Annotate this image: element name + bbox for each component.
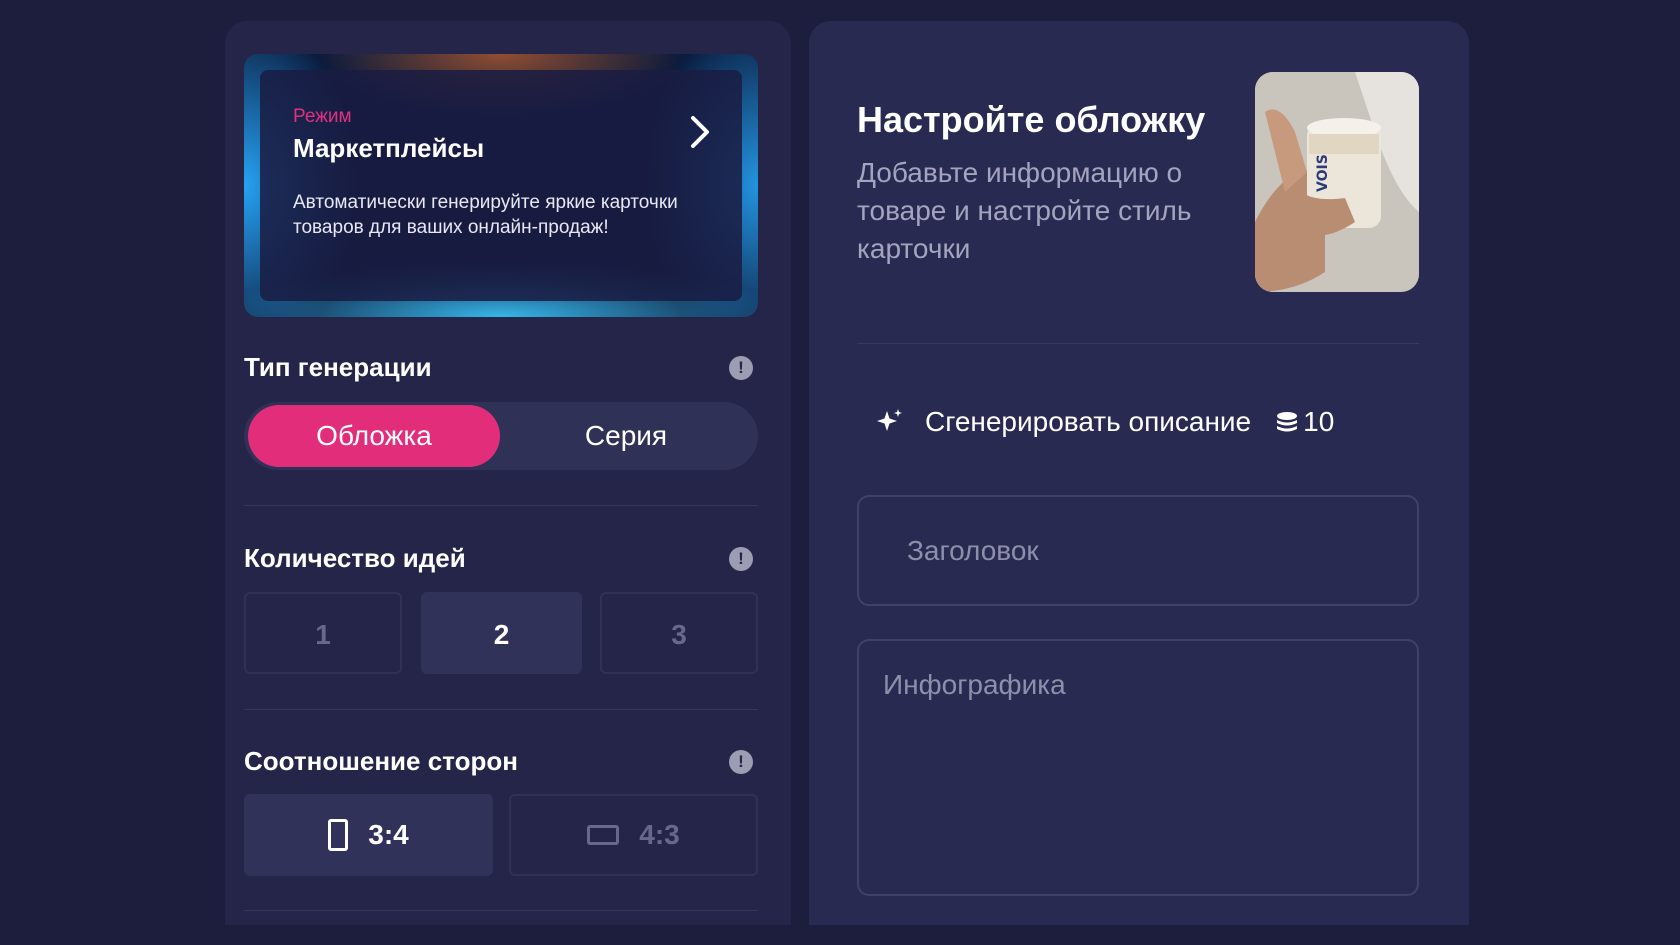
- ideas-count-1-button[interactable]: 1: [244, 592, 402, 674]
- ideas-count-3-button[interactable]: 3: [600, 592, 758, 674]
- title-input-placeholder: Заголовок: [907, 535, 1039, 566]
- title-input[interactable]: Заголовок: [857, 495, 1419, 606]
- settings-panel: Режим Маркетплейсы Автоматически генерир…: [225, 21, 791, 925]
- sparkle-icon: [877, 409, 902, 431]
- mode-label: Режим: [293, 106, 352, 127]
- mode-description: Автоматически генерируйте яркие карточки…: [293, 192, 678, 238]
- generate-description-label: Сгенерировать описание: [925, 406, 1252, 437]
- product-photo: VOIS: [1255, 72, 1419, 292]
- ratio-4-3-label: 4:3: [639, 819, 680, 850]
- section-divider: [244, 709, 758, 710]
- product-brand-text: VOIS: [1315, 154, 1331, 192]
- section-divider: [244, 505, 758, 506]
- info-icon[interactable]: !: [729, 547, 753, 571]
- cover-title: Настройте обложку: [857, 99, 1206, 140]
- chevron-right-icon[interactable]: [688, 114, 712, 150]
- mode-title: Маркетплейсы: [293, 133, 485, 163]
- landscape-icon: [587, 825, 620, 845]
- cover-subtitle: Добавьте информацию о товаре и настройте…: [857, 157, 1192, 264]
- generation-type-title: Тип генерации: [244, 352, 432, 382]
- generation-type-toggle: Обложка Серия: [244, 402, 758, 470]
- infographic-textarea[interactable]: Инфографика: [857, 639, 1419, 896]
- ratio-4-3-button[interactable]: 4:3: [509, 794, 758, 876]
- cover-option-button[interactable]: Обложка: [248, 405, 500, 467]
- portrait-icon: [328, 819, 349, 851]
- ratio-3-4-button[interactable]: 3:4: [244, 794, 493, 876]
- section-divider: [244, 910, 758, 911]
- coins-icon: [1277, 412, 1298, 432]
- generate-description-cost: 10: [1303, 406, 1335, 437]
- ratio-3-4-label: 3:4: [368, 819, 409, 850]
- product-image[interactable]: VOIS: [1255, 72, 1419, 292]
- info-icon[interactable]: !: [729, 356, 753, 380]
- mode-card[interactable]: Режим Маркетплейсы Автоматически генерир…: [244, 54, 758, 317]
- info-icon[interactable]: !: [729, 750, 753, 774]
- ideas-count-title: Количество идей: [244, 543, 466, 573]
- cover-settings-panel: Настройте обложку Добавьте информацию о …: [809, 21, 1469, 925]
- mode-card-overlay: Режим Маркетплейсы Автоматически генерир…: [260, 70, 742, 301]
- section-divider: [857, 343, 1419, 344]
- generate-description-button[interactable]: Сгенерировать описание 10: [877, 406, 1334, 438]
- infographic-placeholder: Инфографика: [883, 669, 1066, 700]
- series-option-button[interactable]: Серия: [500, 405, 752, 467]
- aspect-ratio-title: Соотношение сторон: [244, 746, 518, 776]
- ideas-count-2-button[interactable]: 2: [421, 592, 582, 674]
